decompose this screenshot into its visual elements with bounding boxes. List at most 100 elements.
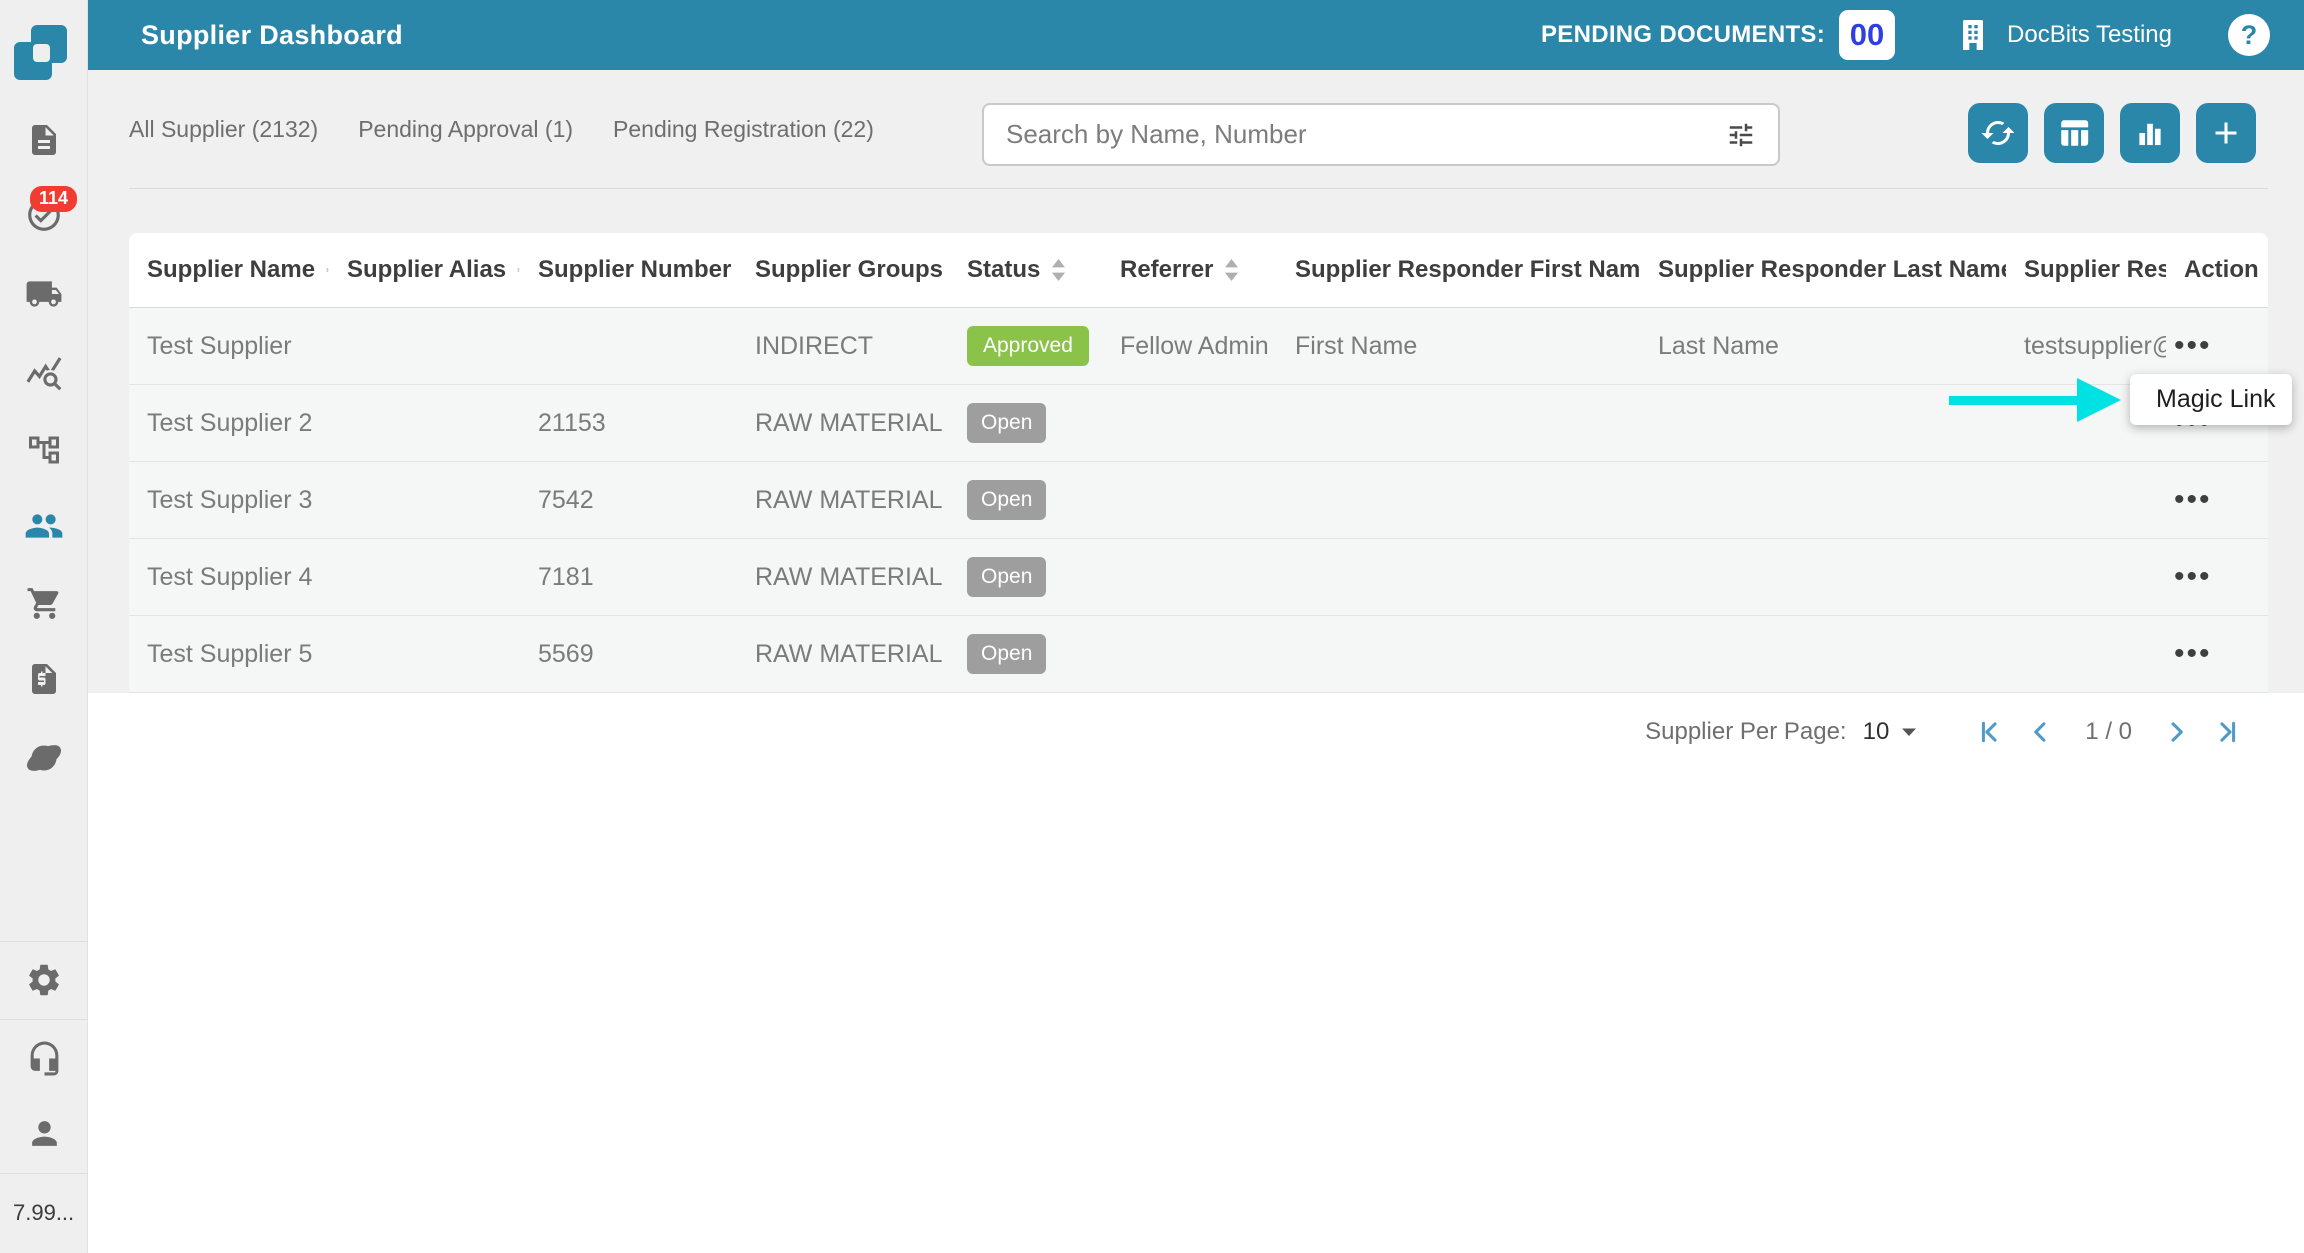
- table-row[interactable]: Test Supplier 2 21153 RAW MATERIAL Open …: [129, 385, 2268, 462]
- col-supplier-groups[interactable]: Supplier Groups: [737, 256, 949, 284]
- top-bar: Supplier Dashboard PENDING DOCUMENTS: 00…: [88, 0, 2304, 70]
- sidebar: 114 7.99...: [0, 0, 88, 1253]
- highlight-arrow: [1949, 378, 2121, 422]
- table-pagination: Supplier Per Page: 10 1 / 0: [129, 693, 2268, 770]
- hierarchy-icon: [26, 432, 62, 468]
- supplier-table: Supplier Name Supplier Alias Supplier Nu…: [129, 233, 2268, 770]
- sidebar-item-profile[interactable]: [16, 1105, 72, 1161]
- cell-name: Test Supplier 3: [129, 486, 329, 515]
- row-actions-button[interactable]: •••: [2166, 637, 2268, 671]
- cell-responder-last: Last Name: [1640, 332, 2006, 361]
- cell-name: Test Supplier: [129, 332, 329, 361]
- truck-icon: [25, 275, 63, 313]
- query-stats-icon: [25, 354, 63, 392]
- row-actions-button[interactable]: •••: [2166, 329, 2268, 363]
- sidebar-item-purchase-orders[interactable]: [16, 575, 72, 631]
- col-referrer[interactable]: Referrer: [1102, 256, 1277, 284]
- magic-link-label: Magic Link: [2156, 385, 2276, 414]
- bar-chart-icon: [2133, 116, 2167, 150]
- building-icon: [1953, 15, 1993, 55]
- col-responder-first-name[interactable]: Supplier Responder First Name: [1277, 256, 1640, 284]
- previous-page-button[interactable]: [2027, 718, 2055, 746]
- first-page-button[interactable]: [1977, 718, 2005, 746]
- table-row[interactable]: Test Supplier 3 7542 RAW MATERIAL Open •…: [129, 462, 2268, 539]
- add-supplier-button[interactable]: [2196, 103, 2256, 163]
- col-status[interactable]: Status: [949, 256, 1102, 284]
- sidebar-item-shipments[interactable]: [16, 266, 72, 322]
- cell-groups: RAW MATERIAL: [737, 409, 949, 438]
- tab-pending-approval[interactable]: Pending Approval (1): [358, 110, 573, 149]
- pending-documents-count[interactable]: 00: [1839, 10, 1895, 60]
- help-button[interactable]: ?: [2228, 14, 2270, 56]
- col-supplier-number[interactable]: Supplier Number: [520, 256, 737, 284]
- status-badge: Open: [967, 557, 1046, 597]
- headset-icon: [26, 1040, 63, 1077]
- search-box: [982, 103, 1780, 166]
- approvals-count-badge: 114: [30, 186, 77, 212]
- cart-icon: [26, 585, 63, 622]
- cell-name: Test Supplier 2: [129, 409, 329, 438]
- orbit-icon: [24, 738, 64, 778]
- col-action: Action: [2166, 256, 2268, 284]
- table-row[interactable]: Test Supplier INDIRECT Approved Fellow A…: [129, 308, 2268, 385]
- cell-responder-email: testsupplier@t: [2006, 332, 2166, 361]
- sort-icon[interactable]: [1224, 258, 1239, 282]
- sidebar-item-workflows[interactable]: [16, 422, 72, 478]
- sidebar-item-integrations[interactable]: [16, 730, 72, 786]
- cell-groups: RAW MATERIAL: [737, 486, 949, 515]
- column-settings-button[interactable]: [2044, 103, 2104, 163]
- invoice-icon: [26, 661, 62, 697]
- tabs-divider: [129, 188, 2268, 189]
- sidebar-item-support[interactable]: [16, 1030, 72, 1086]
- tab-pending-registration[interactable]: Pending Registration (22): [613, 110, 874, 149]
- sort-icon[interactable]: [1051, 258, 1066, 282]
- pending-documents-label: PENDING DOCUMENTS:: [1541, 21, 1825, 49]
- person-icon: [26, 1115, 63, 1152]
- per-page-value[interactable]: 10: [1863, 718, 1890, 746]
- filter-tune-icon[interactable]: [1726, 120, 1756, 150]
- cell-groups: RAW MATERIAL: [737, 563, 949, 592]
- refresh-icon: [1980, 115, 2016, 151]
- organization-name[interactable]: DocBits Testing: [2007, 21, 2172, 49]
- sidebar-item-suppliers[interactable]: [16, 498, 72, 554]
- document-icon: [26, 122, 62, 158]
- cell-responder-first: First Name: [1277, 332, 1640, 361]
- row-actions-button[interactable]: •••: [2166, 483, 2268, 517]
- tab-all-supplier[interactable]: All Supplier (2132): [129, 110, 318, 149]
- col-supplier-name[interactable]: Supplier Name: [129, 256, 329, 284]
- cell-status: Approved: [949, 326, 1102, 366]
- table-header-row: Supplier Name Supplier Alias Supplier Nu…: [129, 233, 2268, 308]
- cell-referrer: Fellow Admin: [1102, 332, 1277, 361]
- table-row[interactable]: Test Supplier 4 7181 RAW MATERIAL Open •…: [129, 539, 2268, 616]
- question-mark-icon: ?: [2241, 20, 2258, 51]
- cell-status: Open: [949, 480, 1102, 520]
- people-icon: [24, 506, 64, 546]
- sidebar-item-settings[interactable]: [16, 952, 72, 1008]
- last-page-button[interactable]: [2212, 718, 2240, 746]
- col-supplier-alias[interactable]: Supplier Alias: [329, 256, 520, 284]
- status-badge: Open: [967, 634, 1046, 674]
- cell-number: 5569: [520, 640, 737, 669]
- per-page-caret-icon[interactable]: [1901, 727, 1917, 737]
- magic-link-menu-item[interactable]: Magic Link: [2130, 374, 2292, 425]
- refresh-button[interactable]: [1968, 103, 2028, 163]
- table-row[interactable]: Test Supplier 5 5569 RAW MATERIAL Open •…: [129, 616, 2268, 693]
- col-responder-last-name[interactable]: Supplier Responder Last Name: [1640, 256, 2006, 284]
- cell-name: Test Supplier 5: [129, 640, 329, 669]
- cell-number: 7542: [520, 486, 737, 515]
- page-indicator: 1 / 0: [2085, 718, 2132, 746]
- app-logo[interactable]: [0, 0, 88, 88]
- chart-view-button[interactable]: [2120, 103, 2180, 163]
- sidebar-item-analytics[interactable]: [16, 345, 72, 401]
- row-actions-button[interactable]: •••: [2166, 560, 2268, 594]
- cell-status: Open: [949, 634, 1102, 674]
- next-page-button[interactable]: [2162, 718, 2190, 746]
- per-page-label: Supplier Per Page:: [1645, 718, 1846, 746]
- col-responder-email[interactable]: Supplier Resp: [2006, 256, 2166, 284]
- cell-groups: INDIRECT: [737, 332, 949, 361]
- sidebar-divider: [0, 1173, 88, 1174]
- sidebar-item-invoices[interactable]: [16, 651, 72, 707]
- search-input[interactable]: [1006, 119, 1726, 150]
- page-title: Supplier Dashboard: [141, 20, 403, 51]
- sidebar-item-documents[interactable]: [16, 112, 72, 168]
